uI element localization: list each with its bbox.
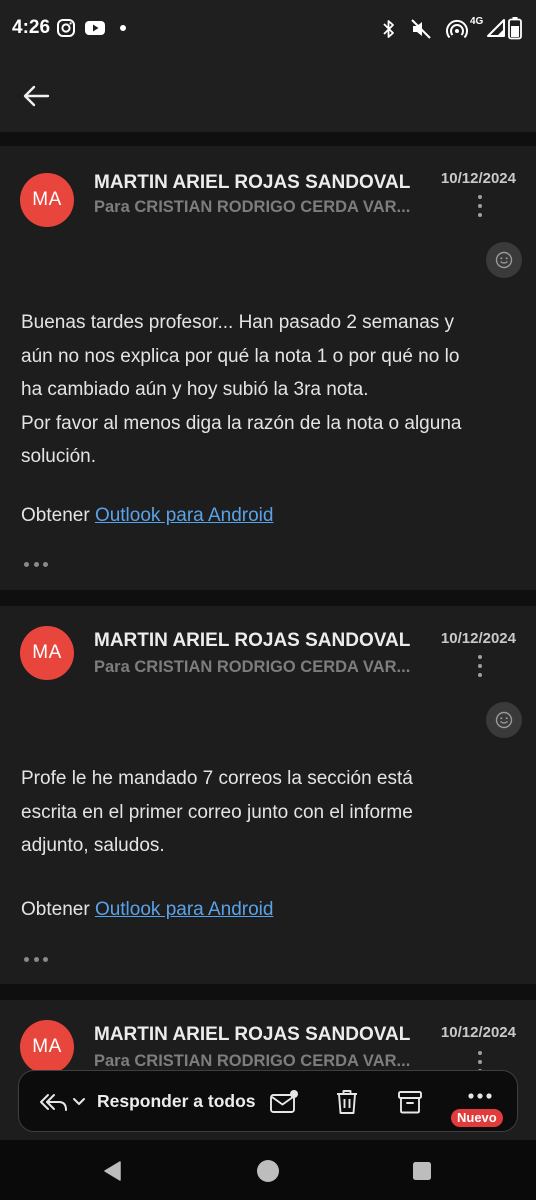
- body-line: solución.: [21, 446, 96, 467]
- body-line: adjunto, saludos.: [21, 835, 165, 856]
- kebab-dot-icon: [478, 673, 482, 677]
- message-action-bar: Responder a todos Nuevo: [18, 1070, 518, 1132]
- avatar: MA: [20, 1020, 74, 1074]
- show-quoted-text-button[interactable]: [24, 560, 48, 568]
- arrow-left-icon: [23, 85, 50, 107]
- nav-back-button[interactable]: [98, 1156, 128, 1186]
- kebab-dot-icon: [478, 204, 482, 208]
- signature-line: Obtener Outlook para Android: [21, 505, 273, 527]
- kebab-dot-icon: [478, 664, 482, 668]
- dot-icon: [43, 561, 48, 567]
- message-body: Buenas tardes profesor... Han pasado 2 s…: [21, 306, 517, 474]
- mail-unread-icon: [270, 1090, 298, 1113]
- bluetooth-icon: [383, 20, 394, 38]
- body-line: Buenas tardes profesor... Han pasado 2 s…: [21, 312, 455, 333]
- recipient-line[interactable]: Para CRISTIAN RODRIGO CERDA VAR...: [94, 658, 424, 677]
- hotspot-icon: [446, 19, 468, 39]
- top-app-bar: [0, 60, 536, 132]
- smiley-icon: [495, 711, 513, 729]
- message-options-button[interactable]: [470, 193, 490, 219]
- delete-button[interactable]: [332, 1087, 362, 1117]
- triangle-back-icon: [104, 1161, 121, 1181]
- instagram-icon: [57, 19, 75, 37]
- message-options-button[interactable]: [470, 653, 490, 679]
- signature-prefix: Obtener: [21, 505, 90, 526]
- reply-mode-dropdown[interactable]: [39, 1089, 87, 1115]
- trash-icon: [337, 1090, 357, 1114]
- body-line: Profe le he mandado 7 correos la sección…: [21, 768, 413, 789]
- dot-icon: [43, 956, 48, 962]
- body-line: ha cambiado aún y hoy subió la 3ra nota.: [21, 379, 369, 400]
- smiley-icon: [495, 251, 513, 269]
- avatar: MA: [20, 626, 74, 680]
- nav-recents-button[interactable]: [407, 1156, 437, 1186]
- chevron-down-icon: [73, 1098, 85, 1105]
- avatar: MA: [20, 173, 74, 227]
- message-date: 10/12/2024: [440, 170, 516, 187]
- nav-home-button[interactable]: [253, 1156, 283, 1186]
- more-horizontal-icon: [468, 1093, 492, 1099]
- new-badge: Nuevo: [451, 1109, 503, 1127]
- recipient-line[interactable]: Para CRISTIAN RODRIGO CERDA VAR...: [94, 1052, 424, 1071]
- message-card[interactable]: MA MARTIN ARIEL ROJAS SANDOVAL Para CRIS…: [0, 146, 536, 590]
- reply-all-button[interactable]: Responder a todos: [97, 1091, 256, 1112]
- sender-name: MARTIN ARIEL ROJAS SANDOVAL: [94, 172, 411, 193]
- message-body: Profe le he mandado 7 correos la sección…: [21, 762, 517, 863]
- show-quoted-text-button[interactable]: [24, 955, 48, 963]
- vibrate-off-icon: [411, 19, 431, 39]
- kebab-dot-icon: [478, 213, 482, 217]
- reaction-button[interactable]: [486, 702, 522, 738]
- reply-all-icon: [40, 1094, 67, 1111]
- reaction-button[interactable]: [486, 242, 522, 278]
- body-line: escrita en el primer correo junto con el…: [21, 801, 413, 823]
- kebab-dot-icon: [478, 655, 482, 659]
- back-button[interactable]: [14, 74, 58, 118]
- message-card[interactable]: MA MARTIN ARIEL ROJAS SANDOVAL Para CRIS…: [0, 606, 536, 984]
- signature-line: Obtener Outlook para Android: [21, 899, 273, 921]
- youtube-icon: [85, 21, 105, 35]
- dot-icon: [24, 561, 29, 567]
- circle-home-icon: [257, 1160, 279, 1182]
- message-date: 10/12/2024: [440, 630, 516, 647]
- mark-unread-button[interactable]: [269, 1087, 299, 1117]
- outlook-android-link[interactable]: Outlook para Android: [95, 899, 274, 920]
- body-line: aún no nos explica por qué la nota 1 o p…: [21, 345, 460, 367]
- notification-dot-icon: [120, 25, 126, 31]
- kebab-dot-icon: [478, 1051, 482, 1055]
- status-time: 4:26: [12, 17, 51, 38]
- battery-icon: [508, 17, 522, 40]
- message-date: 10/12/2024: [440, 1024, 516, 1041]
- kebab-dot-icon: [478, 1060, 482, 1064]
- archive-icon: [398, 1091, 422, 1114]
- signature-prefix: Obtener: [21, 899, 90, 920]
- sender-name: MARTIN ARIEL ROJAS SANDOVAL: [94, 630, 411, 651]
- kebab-dot-icon: [478, 195, 482, 199]
- dot-icon: [24, 956, 29, 962]
- recipient-line[interactable]: Para CRISTIAN RODRIGO CERDA VAR...: [94, 198, 424, 217]
- dot-icon: [33, 561, 39, 567]
- outlook-android-link[interactable]: Outlook para Android: [95, 505, 274, 526]
- system-navigation-bar: [0, 1140, 536, 1200]
- status-bar: 4:26 4G: [0, 0, 536, 60]
- network-type-label: 4G: [470, 16, 484, 27]
- archive-button[interactable]: [395, 1087, 425, 1117]
- sender-name: MARTIN ARIEL ROJAS SANDOVAL: [94, 1024, 411, 1045]
- signal-icon: [487, 19, 505, 37]
- body-line: Por favor al menos diga la razón de la n…: [21, 412, 462, 434]
- square-recents-icon: [413, 1162, 431, 1180]
- dot-icon: [33, 956, 39, 962]
- more-actions-button[interactable]: [465, 1081, 495, 1111]
